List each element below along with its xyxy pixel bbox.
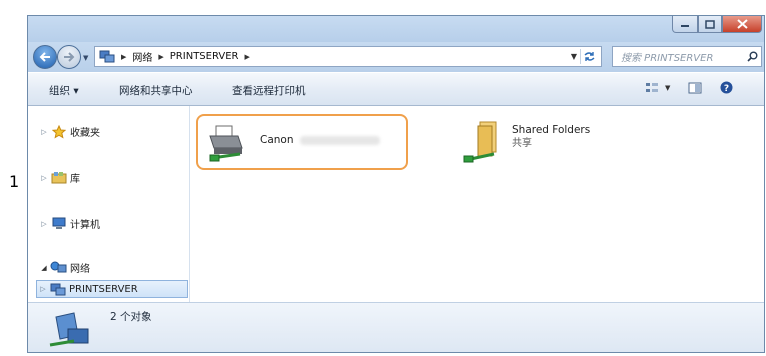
refresh-button[interactable] [580,49,598,64]
title-bar [28,16,764,42]
breadcrumb-arrow-icon: ▶ [158,52,164,61]
maximize-button[interactable] [698,16,722,33]
view-remote-printers-button[interactable]: 查看远程打印机 [232,83,306,98]
help-button[interactable]: ? [720,81,733,94]
nav-item-favorites[interactable]: ▷ 收藏夹 [38,124,100,139]
explorer-window: ▼ ▶ 网络 ▶ PRINTSERVER ▶ ▼ 搜索 PRINTSERVER … [27,15,765,353]
shared-folders-item[interactable]: Shared Folders 共享 [462,120,642,170]
close-icon [736,19,748,29]
collapse-arrow-icon[interactable]: ◢ [38,264,50,272]
item-count: 2 个对象 [110,311,152,323]
recent-pages-dropdown[interactable]: ▼ [83,54,88,62]
printer-item[interactable]: Canon [196,114,408,170]
nav-label: 计算机 [70,220,100,231]
change-view-button[interactable]: ▼ [645,82,670,94]
nav-label: PRINTSERVER [69,283,138,295]
address-row: ▼ ▶ 网络 ▶ PRINTSERVER ▶ ▼ 搜索 PRINTSERVER [28,42,764,72]
minimize-button[interactable] [672,16,698,33]
star-icon [50,124,67,139]
folder-subtitle: 共享 [512,138,532,149]
network-icon [99,50,115,63]
svg-text:?: ? [724,84,729,94]
search-box[interactable]: 搜索 PRINTSERVER [612,46,762,67]
nav-item-network[interactable]: ◢ 网络 [38,260,90,275]
file-list: Canon Shared Folders 共享 [190,106,764,302]
nav-label: 收藏夹 [70,128,100,139]
network-share-large-icon [48,311,92,350]
preview-pane-button[interactable] [688,82,702,94]
expand-arrow-icon[interactable]: ▷ [38,220,50,228]
library-icon [50,171,67,185]
search-placeholder: 搜索 PRINTSERVER [621,53,714,64]
folder-name: Shared Folders [512,124,591,136]
chevron-down-icon: ▼ [665,83,671,92]
command-bar: 组织 ▾ 网络和共享中心 查看远程打印机 ▼ ? [28,72,764,106]
view-icon [646,82,658,92]
details-pane: 2 个对象 [28,302,764,352]
close-button[interactable] [722,16,762,33]
nav-label: 库 [70,174,80,185]
breadcrumb-arrow-icon: ▶ [244,52,250,61]
caption-buttons [672,16,762,33]
organize-menu[interactable]: 组织 ▾ [49,83,79,98]
maximize-icon [705,19,715,29]
nav-item-computer[interactable]: ▷ 计算机 [38,216,100,231]
breadcrumb-arrow-icon: ▶ [121,52,127,61]
refresh-icon [584,52,595,61]
redacted-model-name [299,135,380,145]
help-icon: ? [720,81,733,94]
nav-item-libraries[interactable]: ▷ 库 [38,170,80,185]
preview-pane-icon [688,82,702,93]
nav-item-printserver[interactable]: ▷ PRINTSERVER [36,280,188,298]
expand-arrow-icon[interactable]: ▷ [38,174,50,182]
network-sharing-center-button[interactable]: 网络和共享中心 [119,83,193,98]
forward-button[interactable] [57,45,81,69]
nav-label: 网络 [70,264,90,275]
step-number: 1 [9,172,20,191]
computer-icon [50,217,67,231]
back-button[interactable] [33,45,57,69]
breadcrumb-network[interactable]: 网络 [132,49,152,64]
arrow-left-icon [39,52,50,62]
address-bar[interactable]: ▶ 网络 ▶ PRINTSERVER ▶ ▼ [94,46,602,67]
view-options: ▼ ? [645,81,733,94]
minimize-icon [681,25,689,27]
network-icon [50,261,67,275]
expand-arrow-icon[interactable]: ▷ [38,128,50,136]
navigation-pane: ▷ 收藏夹 ▷ 库 ▷ 计算机 ◢ 网络 ▷ PRINTSERVER [28,106,190,302]
server-icon [49,282,66,296]
arrow-right-icon [64,52,75,62]
printer-icon [206,122,252,166]
breadcrumb-printserver[interactable]: PRINTSERVER [170,51,239,62]
main-content: ▷ 收藏夹 ▷ 库 ▷ 计算机 ◢ 网络 ▷ PRINTSERVER Canon… [28,106,764,302]
shared-folder-icon [462,120,508,164]
search-icon[interactable] [743,51,761,62]
printer-name: Canon [260,134,294,146]
expand-arrow-icon[interactable]: ▷ [37,285,49,293]
address-dropdown-icon[interactable]: ▼ [571,52,577,61]
